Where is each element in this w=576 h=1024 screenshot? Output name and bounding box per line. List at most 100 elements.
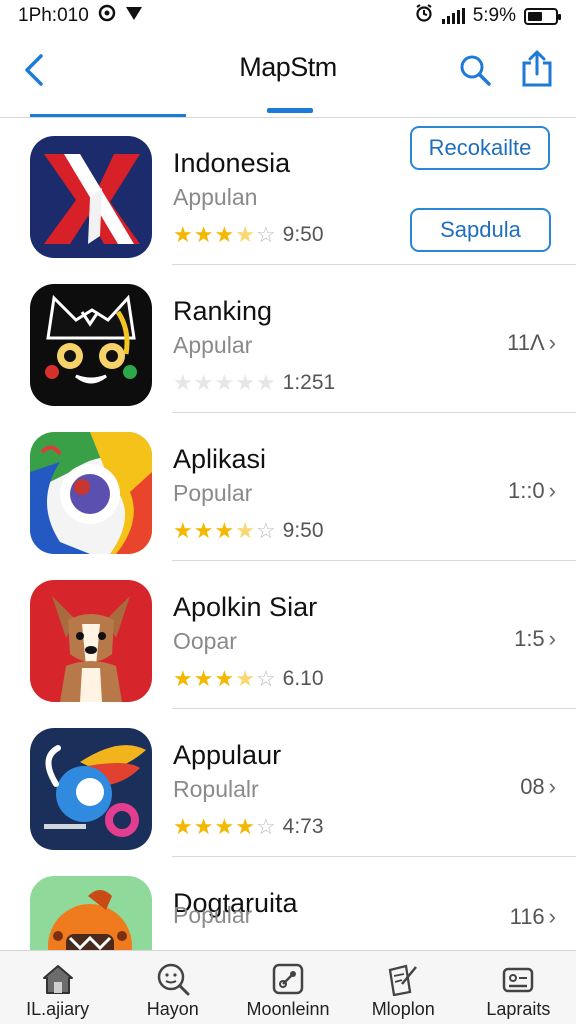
rating-stars: ★ ★ ★ ★ ☆ 4:73 [173, 815, 324, 839]
card-icon [500, 961, 536, 997]
app-category: Appulan [173, 184, 258, 210]
list-item[interactable]: Appulaur Ropulalr ★ ★ ★ ★ ☆ 4:73 08 › [0, 710, 576, 857]
battery-percent: 5:9% [472, 5, 516, 26]
star-icon: ★ [173, 666, 193, 691]
star-icon: ★ [173, 518, 193, 543]
app-meta: 1:5 › [514, 626, 556, 652]
app-category: Oopar [173, 628, 237, 654]
star-icon: ☆ [255, 666, 276, 691]
share-button[interactable] [518, 48, 556, 90]
rating-text: 9:50 [282, 223, 324, 246]
star-icon: ★ [235, 370, 255, 395]
tab-label: Mloplon [371, 999, 435, 1019]
rating-text: 6.10 [282, 667, 324, 690]
star-icon: ★ [214, 222, 235, 247]
list-item[interactable]: Ranking Appular ★ ★ ★ ★ ★ 1:251 11Λ › [0, 266, 576, 413]
list-item[interactable]: Aplikasi Popular ★ ★ ★ ★ ☆ 9:50 1::0 › [0, 414, 576, 561]
rating-stars: ★ ★ ★ ★ ☆ 9:50 [173, 519, 324, 543]
star-icon: ☆ [255, 222, 276, 247]
star-icon: ★ [235, 222, 255, 247]
meta-value: 11Λ [507, 330, 545, 355]
tab-notes[interactable]: Mloplon [346, 951, 461, 1024]
app-list: Indonesia Appulan ★ ★ ★ ★ ☆ 9:50 Recokailte S… [0, 118, 576, 950]
chevron-right-icon: › [548, 626, 556, 651]
tab-label: Moonleinn [246, 999, 330, 1019]
rating-stars: ★ ★ ★ ★ ☆ 6.10 [173, 667, 324, 691]
app-category: Appular [173, 332, 253, 358]
dog-mascot-icon [30, 580, 152, 702]
meta-value: 08 [520, 774, 545, 799]
search-button[interactable] [456, 50, 494, 90]
tab-label: IL.ajiary [26, 999, 90, 1019]
app-name: Aplikasi [173, 444, 267, 474]
colorful-bird-logo-icon [30, 728, 152, 850]
tab-reports[interactable]: Lapraits [461, 951, 576, 1024]
divider [172, 708, 576, 709]
update-button[interactable]: Sapdula [410, 208, 551, 252]
meta-value: 116 [509, 904, 545, 929]
search-face-icon [155, 961, 191, 997]
list-item[interactable]: Dogtaruita Popular 116 › [0, 858, 576, 950]
tab-label: Lapraits [486, 999, 551, 1019]
app-category: Popular [173, 480, 253, 506]
app-name: Apolkin Siar [173, 592, 318, 622]
divider [172, 412, 576, 413]
tab-label: Hayon [146, 999, 199, 1019]
battery-icon [524, 7, 561, 25]
share-icon [522, 50, 552, 87]
alarm-status-icon [414, 3, 434, 29]
star-icon: ★ [193, 222, 214, 247]
settings-status-icon [97, 3, 117, 29]
star-icon: ★ [235, 666, 255, 691]
rating-text: 9:50 [282, 519, 324, 542]
signal-status-icon [441, 8, 465, 24]
black-cat-mascot-icon [30, 284, 152, 406]
app-meta: 11Λ › [507, 330, 556, 356]
status-time: 1Ph:010 [18, 5, 89, 26]
chevron-right-icon: › [548, 330, 556, 355]
star-icon: ★ [193, 666, 214, 691]
meta-value: 1::0 [507, 478, 545, 503]
app-name: Ranking [173, 296, 273, 326]
list-item[interactable]: Apolkin Siar Oopar ★ ★ ★ ★ ☆ 6.10 1:5 › [0, 562, 576, 709]
notepad-icon [385, 961, 421, 997]
tab-search[interactable]: Hayon [115, 951, 230, 1024]
app-name: Indonesia [173, 148, 291, 178]
colorful-swirl-logo-icon [30, 432, 152, 554]
home-icon [40, 961, 76, 997]
app-meta: 116 › [510, 904, 556, 930]
status-bar: 1Ph:010 5:9% [0, 0, 576, 32]
chevron-right-icon: › [548, 904, 556, 929]
star-icon: ★ [214, 518, 235, 543]
location-status-icon [125, 5, 143, 27]
orange-monster-mascot-icon [30, 876, 152, 950]
rating-text: 1:251 [282, 371, 336, 394]
segment-indicator-center [267, 108, 313, 113]
tab-explore[interactable]: Moonleinn [230, 951, 345, 1024]
tab-home[interactable]: IL.ajiary [0, 951, 115, 1024]
recommend-button[interactable]: Recokailte [410, 126, 550, 170]
list-item[interactable]: Indonesia Appulan ★ ★ ★ ★ ☆ 9:50 Recokailte S… [0, 118, 576, 265]
segment-indicator-left [30, 114, 186, 117]
star-icon: ★ [193, 814, 214, 839]
compass-icon [270, 961, 306, 997]
star-icon: ★ [214, 370, 235, 395]
star-icon: ☆ [255, 518, 276, 543]
rating-stars: ★ ★ ★ ★ ★ 1:251 [173, 371, 335, 395]
tab-bar: IL.ajiary Hayon Moonleinn Mloplon Laprai… [0, 950, 576, 1024]
chevron-right-icon: › [548, 774, 556, 799]
search-icon [460, 55, 491, 86]
divider [172, 264, 576, 265]
star-icon: ★ [255, 370, 276, 395]
app-category: Popular [173, 902, 253, 928]
star-icon: ☆ [255, 814, 276, 839]
meta-value: 1:5 [514, 626, 545, 651]
nav-bar: MapStm [0, 32, 576, 118]
star-icon: ★ [235, 518, 255, 543]
star-icon: ★ [173, 222, 193, 247]
star-icon: ★ [193, 370, 214, 395]
app-meta: 1::0 › [508, 478, 556, 504]
app-category: Ropulalr [173, 776, 259, 802]
star-icon: ★ [173, 814, 193, 839]
divider [172, 856, 576, 857]
